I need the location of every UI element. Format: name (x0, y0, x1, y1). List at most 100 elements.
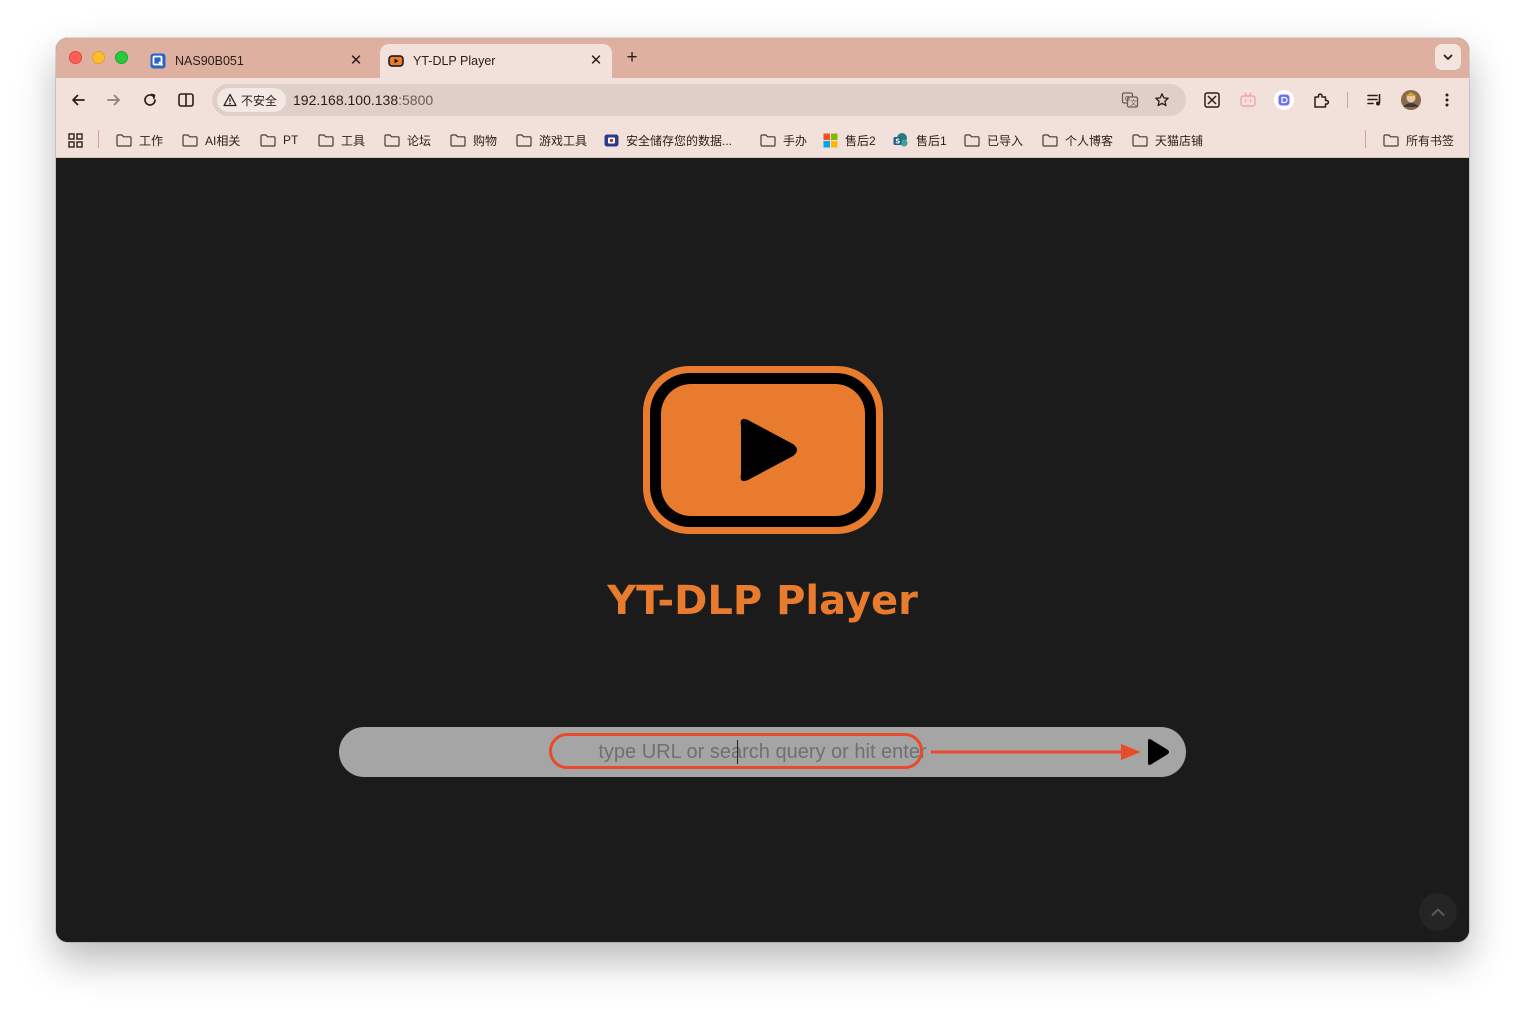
tab-yt-dlp-player[interactable]: YT-DLP Player ✕ (380, 44, 612, 78)
bookmark-label: 天猫店铺 (1155, 133, 1204, 148)
url-host: 192.168.100.138 (293, 92, 399, 108)
folder-icon (1383, 133, 1399, 147)
bookmark-link[interactable]: 安全储存您的数据... (604, 131, 732, 149)
browser-menu-button[interactable] (1436, 89, 1458, 111)
translate-button[interactable]: G 文 (1120, 90, 1140, 110)
address-bar[interactable]: 不安全 192.168.100.138:5800 G 文 (212, 84, 1186, 116)
split-view-icon (178, 93, 194, 107)
folder-icon (1132, 133, 1148, 147)
tab-close-icon[interactable]: ✕ (588, 53, 604, 69)
reload-icon (144, 93, 156, 106)
all-bookmarks-button[interactable]: 所有书签 (1383, 131, 1454, 149)
close-window-button[interactable] (69, 51, 82, 64)
play-button[interactable] (1144, 738, 1172, 766)
security-chip[interactable]: 不安全 (217, 88, 287, 112)
bookmark-label: 个人博客 (1065, 133, 1114, 148)
bilibili-extension-button[interactable] (1237, 89, 1259, 111)
qnap-icon (150, 53, 166, 69)
extension-badge-icon (1274, 90, 1294, 110)
site-icon (604, 134, 619, 146)
bookmark-link[interactable]: S 售后1 (893, 131, 947, 149)
annotation-arrow-icon (931, 744, 1141, 760)
bookmark-folder[interactable]: 已导入 (964, 131, 1023, 149)
star-icon (1155, 93, 1169, 107)
toolbar-divider (1347, 92, 1348, 108)
bookmark-label: 售后1 (916, 133, 947, 148)
new-tab-button[interactable]: + (622, 47, 642, 69)
bookmark-folder[interactable]: 天猫店铺 (1132, 131, 1203, 149)
page-content: YT-DLP Player (56, 158, 1469, 942)
forward-button[interactable] (102, 88, 126, 112)
bookmarks-bar: 工作 AI相关 PT 工具 论坛 购物 游戏工具 安全储存您的数据... 手办 … (56, 122, 1469, 158)
bookmark-star-button[interactable] (1152, 90, 1172, 110)
tab-nas[interactable]: NAS90B051 ✕ (142, 44, 372, 78)
bookmark-label: AI相关 (205, 133, 241, 148)
back-button[interactable] (66, 88, 90, 112)
scissors-icon (1204, 92, 1220, 108)
download-extension-button[interactable] (1273, 89, 1295, 111)
bookmark-label: 所有书签 (1406, 133, 1455, 148)
play-logo-icon (388, 55, 404, 67)
reload-button[interactable] (138, 88, 162, 112)
scroll-to-top-button[interactable] (1419, 893, 1457, 931)
minimize-window-button[interactable] (92, 51, 105, 64)
tab-search-button[interactable] (1435, 44, 1461, 70)
bookmark-link[interactable]: 售后2 (823, 131, 876, 149)
bookmark-folder[interactable]: 购物 (450, 131, 497, 149)
play-icon (1148, 739, 1169, 765)
chevron-up-icon (1431, 908, 1445, 916)
tab-title: YT-DLP Player (413, 54, 496, 68)
media-control-button[interactable] (1364, 89, 1386, 111)
bookmark-folder[interactable]: PT (260, 131, 298, 149)
tab-title: NAS90B051 (175, 54, 244, 68)
text-cursor (737, 740, 738, 764)
folder-icon (116, 133, 132, 147)
browser-toolbar: 不安全 192.168.100.138:5800 G 文 (56, 78, 1469, 122)
bookmark-label: 论坛 (407, 133, 432, 148)
apps-button[interactable] (68, 131, 90, 149)
apps-grid-icon (68, 132, 83, 148)
bookmark-label: 购物 (473, 133, 498, 148)
profile-button[interactable] (1400, 89, 1422, 111)
bookmark-folder[interactable]: 工具 (318, 131, 365, 149)
folder-icon (318, 133, 334, 147)
folder-icon (760, 133, 776, 147)
bookmark-folder[interactable]: AI相关 (182, 131, 240, 149)
bookmark-folder[interactable]: 游戏工具 (516, 131, 587, 149)
microsoft-icon (823, 133, 838, 147)
folder-icon (450, 133, 466, 147)
folder-icon (182, 133, 198, 147)
bookmark-label: 已导入 (987, 133, 1024, 148)
app-title: YT-DLP Player (607, 578, 918, 624)
screenshot-extension-button[interactable] (1201, 89, 1223, 111)
bookmarks-divider (1365, 130, 1366, 148)
url-text[interactable]: 192.168.100.138:5800 (293, 92, 433, 108)
tab-strip: NAS90B051 ✕ YT-DLP Player ✕ + (56, 38, 1469, 78)
folder-icon (260, 133, 276, 147)
more-vertical-icon (1445, 93, 1449, 107)
folder-icon (516, 133, 532, 147)
bookmark-label: 售后2 (845, 133, 876, 148)
bookmark-folder[interactable]: 工作 (116, 131, 163, 149)
bookmark-label: PT (283, 133, 299, 147)
extensions-button[interactable] (1310, 89, 1332, 111)
arrow-right-icon (107, 94, 120, 106)
arrow-left-icon (72, 94, 85, 106)
bookmark-folder[interactable]: 手办 (760, 131, 807, 149)
bookmarks-divider (98, 130, 99, 148)
bookmark-label: 安全储存您的数据... (626, 133, 733, 148)
sharepoint-icon: S (893, 133, 908, 147)
folder-icon (384, 133, 400, 147)
bookmark-label: 手办 (783, 133, 808, 148)
bookmark-label: 工具 (341, 133, 366, 148)
play-logo-icon (643, 366, 883, 534)
split-view-button[interactable] (174, 88, 198, 112)
bookmark-folder[interactable]: 论坛 (384, 131, 431, 149)
maximize-window-button[interactable] (115, 51, 128, 64)
search-bar (339, 727, 1186, 777)
bookmark-folder[interactable]: 个人博客 (1042, 131, 1113, 149)
bookmark-label: 工作 (139, 133, 164, 148)
playlist-icon (1367, 94, 1381, 106)
avatar (1401, 90, 1421, 110)
tab-close-icon[interactable]: ✕ (348, 53, 364, 69)
